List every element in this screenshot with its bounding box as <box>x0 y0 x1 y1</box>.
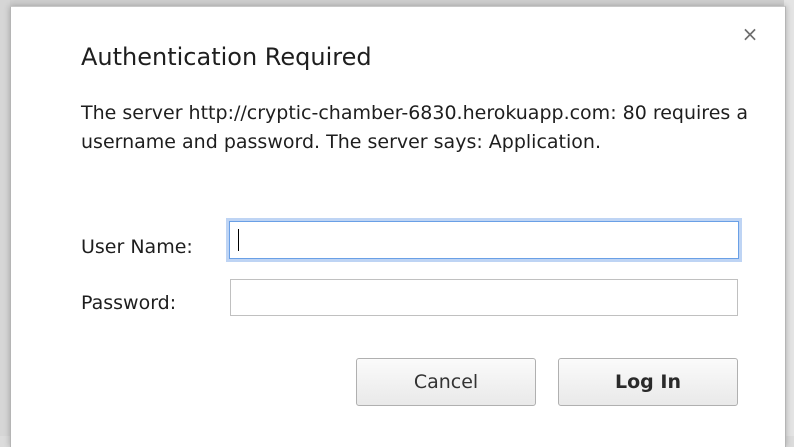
username-label: User Name: <box>81 236 193 258</box>
dialog-message: The server http://cryptic-chamber-6830.h… <box>81 102 748 153</box>
auth-dialog: × Authentication Required The server htt… <box>10 6 786 447</box>
password-label: Password: <box>81 292 177 314</box>
log-in-button[interactable]: Log In <box>558 358 738 406</box>
cancel-button[interactable]: Cancel <box>356 358 536 406</box>
text-caret <box>238 229 239 251</box>
backdrop-left <box>0 0 10 436</box>
username-input[interactable] <box>229 221 739 259</box>
password-input[interactable] <box>230 279 738 316</box>
close-icon[interactable]: × <box>741 24 759 44</box>
dialog-title: Authentication Required <box>81 43 372 71</box>
